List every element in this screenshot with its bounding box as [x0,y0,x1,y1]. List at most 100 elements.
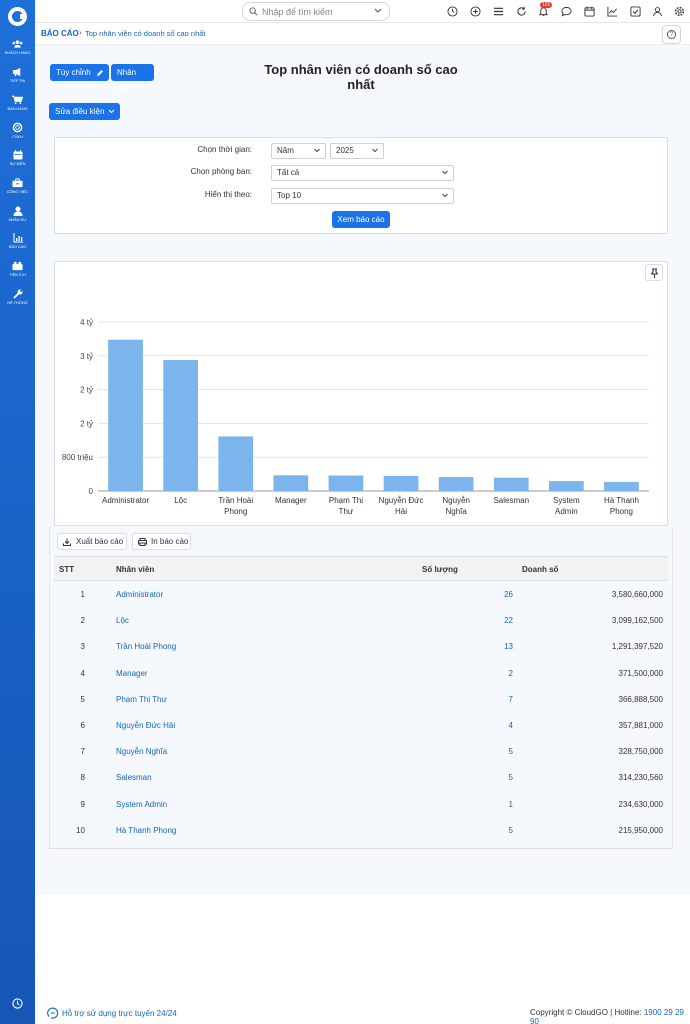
customize-button[interactable]: Tùy chỉnh [50,64,109,81]
view-report-button[interactable]: Xem báo cáo [332,211,390,228]
column-header-employee[interactable]: Nhân viên [116,565,154,574]
cloudgo-logo[interactable] [8,7,27,26]
person-icon [13,206,22,216]
table-row: 4 Manager 2 371,500,000 [54,660,668,686]
duplicate-button[interactable]: Nhân đôi [111,64,154,94]
table-row: 3 Trần Hoài Phong 13 1,291,397,520 [54,633,668,659]
bar [383,475,419,491]
cell-quantity-link[interactable]: 2 [454,669,513,678]
cell-employee-link[interactable]: Administrator [116,590,163,599]
year-select-value: 2025 [336,146,354,155]
sidebar-item-hr[interactable]: NHÂN SỰ [0,206,35,222]
cell-quantity-link[interactable]: 22 [454,616,513,625]
bar [218,436,254,491]
list-icon[interactable] [493,6,504,17]
page-title: Top nhân viên có doanh số cao nhất [264,62,458,92]
sidebar-item-customers[interactable]: KHÁCH HÀNG [0,39,35,55]
sidebar-item-label: KHÁCH HÀNG [4,50,31,55]
sidebar-item-label: SỰ KIỆN [9,161,26,166]
line-chart-icon[interactable] [607,6,618,17]
cell-quantity-link[interactable]: 5 [454,773,513,782]
support-logo-icon [47,1007,59,1019]
calendar-icon[interactable] [584,6,595,17]
x-tick-label: Nguyễn Đức [379,496,424,505]
users-icon [12,40,23,48]
bar [548,481,584,491]
table-row: 9 System Admin 1 234,630,000 [54,791,668,817]
x-tick-label: Hải [395,507,407,516]
sidebar-item-utilities[interactable]: TIỆN ÍCH [0,261,35,277]
cell-stt: 8 [80,773,85,783]
cell-quantity-link[interactable]: 5 [454,826,513,835]
bar [163,360,199,491]
history-icon[interactable] [12,998,23,1011]
sidebar-item-events[interactable]: SỰ KIỆN [0,150,35,166]
cell-quantity-link[interactable]: 5 [454,747,513,756]
edit-condition-button[interactable]: Sửa điều kiện [49,103,120,120]
help-button[interactable]: ? [662,25,681,44]
chat-icon[interactable] [561,6,572,17]
cell-employee-link[interactable]: Nguyễn Nghĩa [116,747,167,756]
cell-employee-link[interactable]: Salesman [116,773,152,782]
x-tick-label: Phong [224,507,247,516]
sidebar-item-cskh[interactable]: CSKH [0,122,35,139]
support-text[interactable]: Hỗ trợ sử dụng trực tuyến 24/24 [62,1009,177,1018]
cell-quantity-link[interactable]: 1 [454,800,513,809]
cell-quantity-link[interactable]: 26 [454,590,513,599]
chevron-down-icon [314,148,320,153]
column-header-quantity[interactable]: Số lượng [422,565,458,574]
year-select[interactable]: 2025 [330,143,384,159]
bar [328,475,364,491]
sidebar-item-label: TIỆN ÍCH [9,272,26,277]
cell-employee-link[interactable]: Trần Hoài Phong [116,642,176,651]
user-icon[interactable] [652,6,663,17]
cell-employee-link[interactable]: Manager [116,669,148,678]
y-tick-label: 0 [89,487,94,496]
column-header-stt[interactable]: STT [59,565,74,574]
cell-quantity-link[interactable]: 13 [454,642,513,651]
cell-quantity-link[interactable]: 7 [454,695,513,704]
bar [604,481,639,491]
clock-icon[interactable] [447,6,458,17]
cell-stt: 10 [76,825,85,835]
sidebar-item-label: NHÂN SỰ [8,217,27,222]
sidebar-item-label: BÁO CÁO [8,244,27,249]
sidebar-item-reports[interactable]: BÁO CÁO [0,233,35,249]
table-header: STT Nhân viên Số lượng Doanh số [54,556,668,581]
cell-employee-link[interactable]: Phạm Thị Thư [116,695,167,704]
cell-employee-link[interactable]: Lộc [116,616,129,625]
cell-employee-link[interactable]: System Admin [116,800,167,809]
wrench-icon [12,289,22,299]
plus-circle-icon[interactable] [470,6,481,17]
x-tick-label: Lộc [174,496,187,505]
duplicate-label: Nhân đôi [117,68,137,94]
x-tick-label: Trần Hoài [218,496,253,505]
footer-copyright: Copyright © CloudGO | Hotline: 1900 29 2… [530,1008,690,1024]
cell-revenue: 234,630,000 [618,799,664,809]
search-icon [249,7,258,16]
sidebar-item-system[interactable]: HỆ THỐNG [0,289,35,305]
bar [108,339,143,491]
sidebar-item-sales[interactable]: BÁN HÀNG [0,95,35,111]
sidebar-item-tasks[interactable]: CÔNG VIỆC [0,178,35,194]
checkbox-icon[interactable] [630,6,641,17]
search-input[interactable]: Nhập để tìm kiếm [262,7,333,17]
display-select[interactable]: Top 10 [271,188,454,204]
column-header-revenue[interactable]: Doanh số [522,565,558,574]
cell-revenue: 357,881,000 [618,721,664,730]
cell-employee-link[interactable]: Nguyễn Đức Hải [116,721,175,730]
breadcrumb-root-link[interactable]: BÁO CÁO [41,29,79,38]
cell-quantity-link[interactable]: 4 [454,721,513,730]
gear-icon[interactable] [674,6,685,17]
period-select[interactable]: Năm [271,143,326,159]
department-select[interactable]: Tất cả [271,165,454,181]
refresh-icon[interactable] [516,6,527,17]
sidebar-item-marketing[interactable]: TIẾP THỊ [0,67,35,83]
search-box[interactable]: Nhập để tìm kiếm [242,2,390,21]
chevron-down-icon [374,8,382,13]
y-tick-label: 4 tỷ [80,318,93,327]
hotline-label: Hotline: [614,1008,642,1017]
question-icon: ? [667,30,676,39]
cell-stt: 5 [80,694,85,704]
cell-employee-link[interactable]: Hà Thanh Phong [116,826,176,835]
